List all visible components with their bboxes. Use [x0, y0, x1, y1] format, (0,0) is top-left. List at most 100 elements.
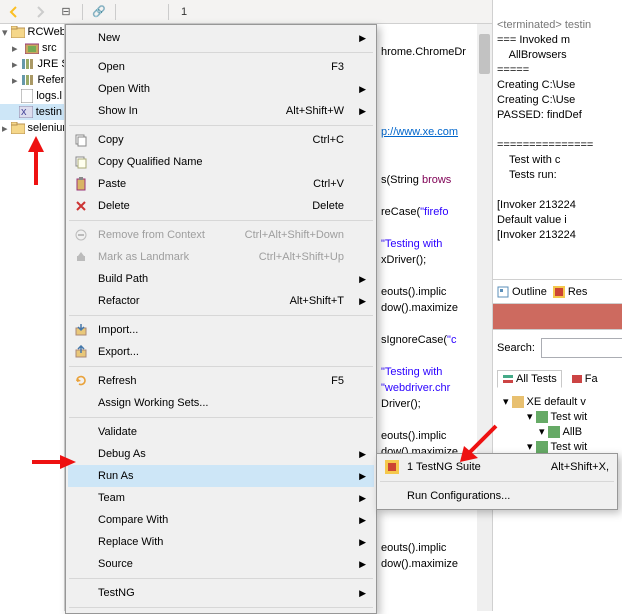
remove-context-icon [72, 226, 90, 244]
file-icon [21, 89, 33, 103]
test-leaf[interactable]: ▾AllB [497, 424, 618, 439]
menu-refactor[interactable]: RefactorAlt+Shift+T▶ [68, 290, 374, 312]
menu-delete[interactable]: DeleteDelete [68, 195, 374, 217]
submenu-run-configurations-[interactable]: Run Configurations... [379, 485, 615, 507]
outline-tabs: Outline Res [493, 280, 622, 304]
project-explorer: ▾RCWebD▸src▸JRE Sy▸Referelogs.lxtestin▸s… [0, 24, 65, 611]
refresh-icon [72, 372, 90, 390]
menu-shortcut: Ctrl+V [313, 178, 344, 190]
paste-icon [72, 175, 90, 193]
chevron-right-icon: ▶ [359, 493, 366, 504]
menu-label: Open With [98, 83, 150, 95]
tree-label: selenium [28, 122, 65, 134]
menu-label: Copy [98, 134, 124, 146]
menu-show-in[interactable]: Show InAlt+Shift+W▶ [68, 100, 374, 122]
menu-source[interactable]: Source▶ [68, 553, 374, 575]
tree-item-testin[interactable]: xtestin [0, 104, 64, 120]
tree-item-logs.l[interactable]: logs.l [0, 88, 64, 104]
submenu-1-testng-suite[interactable]: 1 TestNG SuiteAlt+Shift+X, [379, 456, 615, 478]
tree-label: RCWebD [28, 26, 65, 38]
chevron-right-icon: ▶ [359, 84, 366, 95]
export-icon [72, 343, 90, 361]
svg-text:x: x [21, 106, 27, 118]
tree-item-rcwebd[interactable]: ▾RCWebD [0, 24, 64, 40]
menu-build-path[interactable]: Build Path ▶ [68, 268, 374, 290]
tree-label: Refere [38, 74, 65, 86]
chevron-right-icon: ▶ [359, 559, 366, 570]
search-label: Search: [497, 342, 535, 354]
search-row: Search: [493, 330, 622, 366]
chevron-right-icon: ▶ [359, 296, 366, 307]
menu-refresh[interactable]: RefreshF5 [68, 370, 374, 392]
project-icon [11, 121, 25, 135]
menu-assign-working-sets-[interactable]: Assign Working Sets... [68, 392, 374, 414]
tab-all-tests[interactable]: All Tests [497, 370, 562, 388]
menu-copy-qualified-name[interactable]: Copy Qualified Name [68, 151, 374, 173]
menu-validate[interactable]: Validate [68, 421, 374, 443]
editor-scrollbar[interactable] [477, 24, 492, 611]
menu-shortcut: Ctrl+Alt+Shift+Down [245, 229, 344, 241]
chevron-right-icon: ▶ [359, 515, 366, 526]
menu-run-as[interactable]: Run As▶ [68, 465, 374, 487]
code-editor[interactable]: hrome.ChromeDr p://www.xe.com s(String b… [377, 24, 492, 611]
menu-copy[interactable]: CopyCtrl+C [68, 129, 374, 151]
tab-failed-tests[interactable]: Fa [566, 370, 603, 388]
chevron-right-icon: ▶ [359, 471, 366, 482]
menu-mark-as-landmark: Mark as LandmarkCtrl+Alt+Shift+Up [68, 246, 374, 268]
menu-label: Assign Working Sets... [98, 397, 208, 409]
menu-shortcut: Ctrl+Alt+Shift+Up [259, 251, 344, 263]
tree-label: testin [36, 106, 62, 118]
menu-shortcut: F5 [331, 375, 344, 387]
back-icon[interactable] [4, 2, 24, 22]
tree-item-jre sy[interactable]: ▸JRE Sy [0, 56, 64, 72]
tree-item-src[interactable]: ▸src [0, 40, 64, 56]
menu-replace-with[interactable]: Replace With▶ [68, 531, 374, 553]
menu-label: Open [98, 61, 125, 73]
forward-icon[interactable] [30, 2, 50, 22]
test-root[interactable]: ▾XE default v [497, 394, 618, 409]
menu-label: Remove from Context [98, 229, 205, 241]
tab-outline[interactable]: Outline [497, 286, 547, 298]
menu-export-[interactable]: Export... [68, 341, 374, 363]
testng-icon [553, 286, 565, 298]
line-number-field: 1 [175, 6, 193, 18]
menu-label: New [98, 32, 120, 44]
landmark-icon [72, 248, 90, 266]
menu-team[interactable]: Team ▶ [68, 487, 374, 509]
tree-item-refere[interactable]: ▸Refere [0, 72, 64, 88]
menu-label: Replace With [98, 536, 163, 548]
menu-label: TestNG [98, 587, 135, 599]
test-node[interactable]: ▾Test wit [497, 409, 618, 424]
chevron-right-icon: ▶ [359, 588, 366, 599]
menu-label: Delete [98, 200, 130, 212]
collapse-icon[interactable]: ⊟ [56, 2, 76, 22]
menu-label: Validate [98, 426, 137, 438]
project-icon [11, 25, 25, 39]
menu-label: Export... [98, 346, 139, 358]
menu-label: Build Path [98, 273, 148, 285]
menu-label: Paste [98, 178, 126, 190]
menu-compare-with[interactable]: Compare With▶ [68, 509, 374, 531]
submenu-label: 1 TestNG Suite [407, 461, 481, 473]
chevron-right-icon: ▶ [359, 106, 366, 117]
tests-icon [502, 373, 514, 385]
menu-import-[interactable]: Import... [68, 319, 374, 341]
testng-icon [383, 458, 401, 476]
link-icon[interactable]: 🔗 [89, 2, 109, 22]
menu-label: Team [98, 492, 125, 504]
context-menu: New▶OpenF3Open With▶Show InAlt+Shift+W▶C… [65, 24, 377, 614]
chevron-right-icon: ▶ [359, 33, 366, 44]
search-input[interactable] [541, 338, 622, 358]
tab-results[interactable]: Res [553, 286, 588, 298]
menu-open-with[interactable]: Open With ▶ [68, 78, 374, 100]
menu-debug-as[interactable]: Debug As▶ [68, 443, 374, 465]
menu-label: Show In [98, 105, 138, 117]
menu-testng[interactable]: TestNG ▶ [68, 582, 374, 604]
tree-item-selenium[interactable]: ▸selenium [0, 120, 64, 136]
menu-open[interactable]: OpenF3 [68, 56, 374, 78]
menu-new[interactable]: New ▶ [68, 27, 374, 49]
menu-label: Copy Qualified Name [98, 156, 203, 168]
test-node[interactable]: ▾Test wit [497, 439, 618, 454]
menu-paste[interactable]: Paste Ctrl+V [68, 173, 374, 195]
chevron-right-icon: ▶ [359, 274, 366, 285]
